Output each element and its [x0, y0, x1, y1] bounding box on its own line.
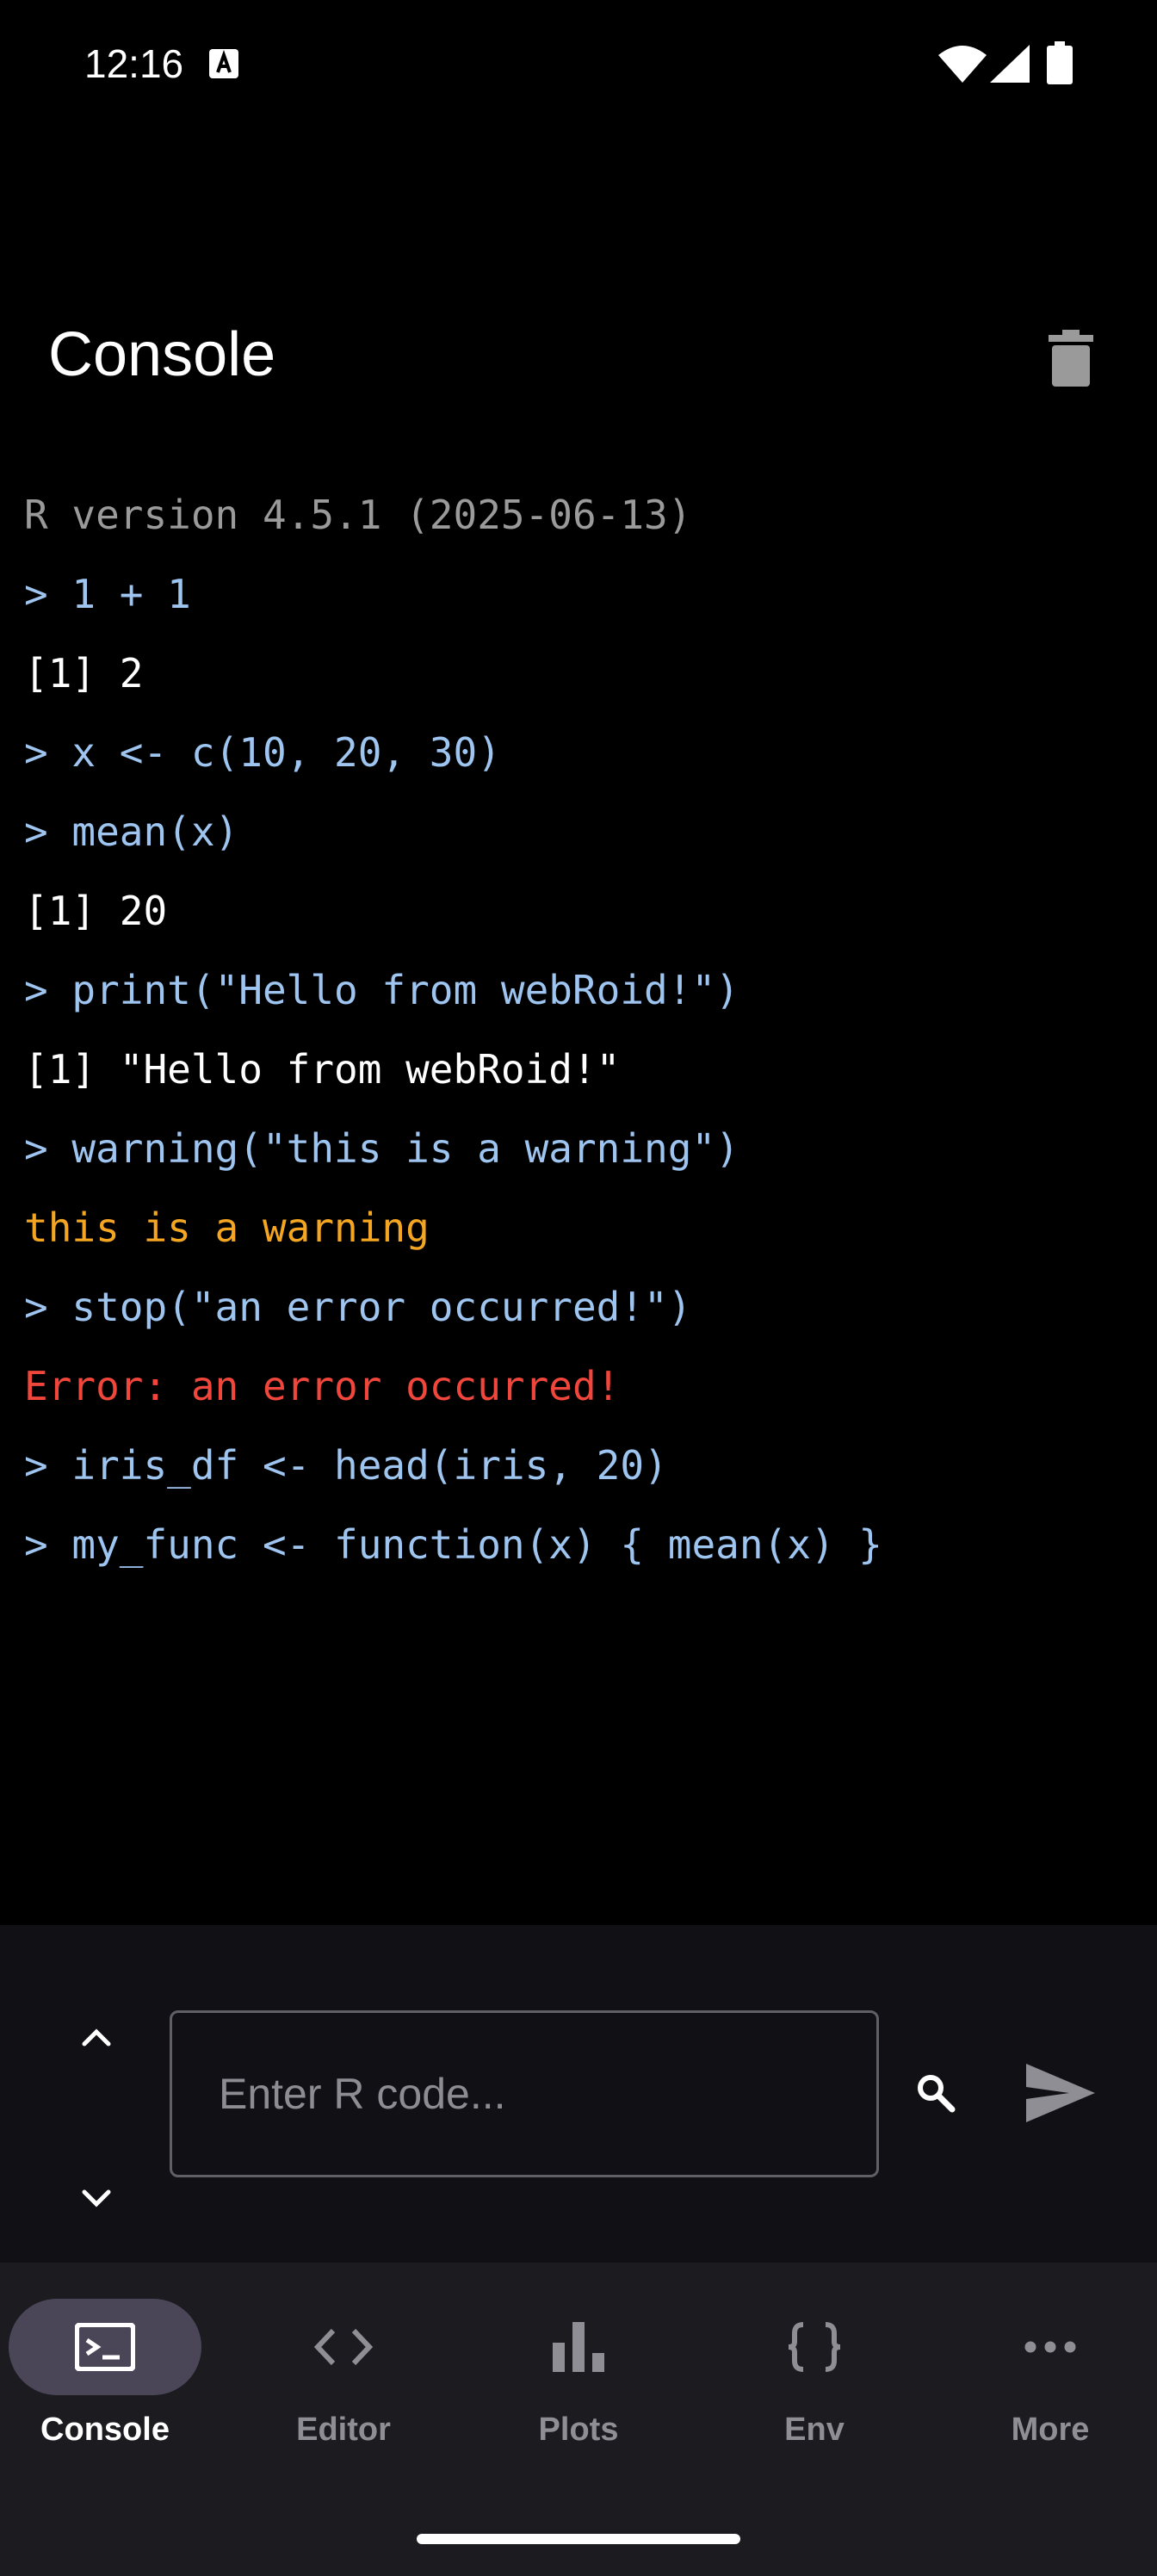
console-line-input: > stop("an error occurred!") [24, 1284, 692, 1330]
console-line-input: > mean(x) [24, 808, 239, 855]
console-line-input: > iris_df <- head(iris, 20) [24, 1442, 668, 1489]
console-line-warning: this is a warning [24, 1204, 430, 1251]
r-code-input[interactable] [170, 2010, 879, 2177]
console-header: Console [0, 293, 1157, 413]
bar-chart-icon [553, 2322, 604, 2372]
nav-label: More [1011, 2412, 1090, 2448]
chevron-up-icon [82, 2028, 111, 2047]
nav-tab-more[interactable]: More [934, 2299, 1157, 2471]
nav-tab-env[interactable]: Env [698, 2299, 931, 2471]
trash-icon [1049, 330, 1093, 387]
nav-tab-plots[interactable]: Plots [462, 2299, 695, 2471]
status-time: 12:16 [84, 41, 184, 86]
nav-pill [482, 2299, 675, 2395]
console-line-input: > warning("this is a warning") [24, 1125, 739, 1172]
nav-label: Env [784, 2412, 845, 2448]
page-title: Console [48, 320, 276, 389]
chevron-down-icon [82, 2189, 111, 2208]
nav-pill [9, 2299, 201, 2395]
console-line-input: > x <- c(10, 20, 30) [24, 729, 501, 776]
console-line-error: Error: an error occurred! [24, 1363, 621, 1409]
console-line-output: [1] 20 [24, 888, 168, 934]
nav-pill [954, 2299, 1147, 2395]
bottom-navigation: Console Editor Plots Env More [0, 2263, 1157, 2576]
nav-tab-console[interactable]: Console [0, 2299, 221, 2471]
braces-icon [788, 2322, 841, 2372]
history-up-button[interactable] [62, 2003, 131, 2071]
search-icon [918, 2075, 956, 2113]
home-indicator[interactable] [417, 2534, 740, 2544]
console-line-output: [1] 2 [24, 650, 144, 697]
history-down-button[interactable] [62, 2164, 131, 2233]
nav-label: Editor [296, 2412, 391, 2448]
console-line-input: > print("Hello from webRoid!") [24, 967, 739, 1013]
status-bar: 12:16 [0, 0, 1157, 129]
code-icon [313, 2328, 374, 2366]
send-button[interactable] [1018, 2054, 1104, 2132]
console-line-input: > my_func <- function(x) { mean(x) } [24, 1521, 882, 1568]
console-line-info: R version 4.5.1 (2025-06-13) [24, 492, 692, 538]
signal-icon [990, 45, 1030, 83]
nav-label: Console [40, 2412, 170, 2448]
console-line-input: > 1 + 1 [24, 571, 191, 617]
nav-pill [718, 2299, 911, 2395]
a-notification-icon [209, 49, 238, 78]
send-icon [1026, 2064, 1095, 2122]
terminal-icon [75, 2323, 135, 2371]
console-output: R version 4.5.1 (2025-06-13) > 1 + 1 [1] 2… [0, 456, 1157, 1920]
nav-label: Plots [538, 2412, 619, 2448]
search-button[interactable] [900, 2058, 969, 2127]
input-bar [0, 1925, 1157, 2263]
nav-pill [247, 2299, 440, 2395]
clear-console-button[interactable] [1036, 324, 1105, 393]
wifi-icon [938, 46, 987, 83]
console-line-output: [1] "Hello from webRoid!" [24, 1046, 621, 1093]
battery-icon [1047, 41, 1073, 84]
more-horizontal-icon [1024, 2341, 1076, 2353]
nav-tab-editor[interactable]: Editor [227, 2299, 460, 2471]
